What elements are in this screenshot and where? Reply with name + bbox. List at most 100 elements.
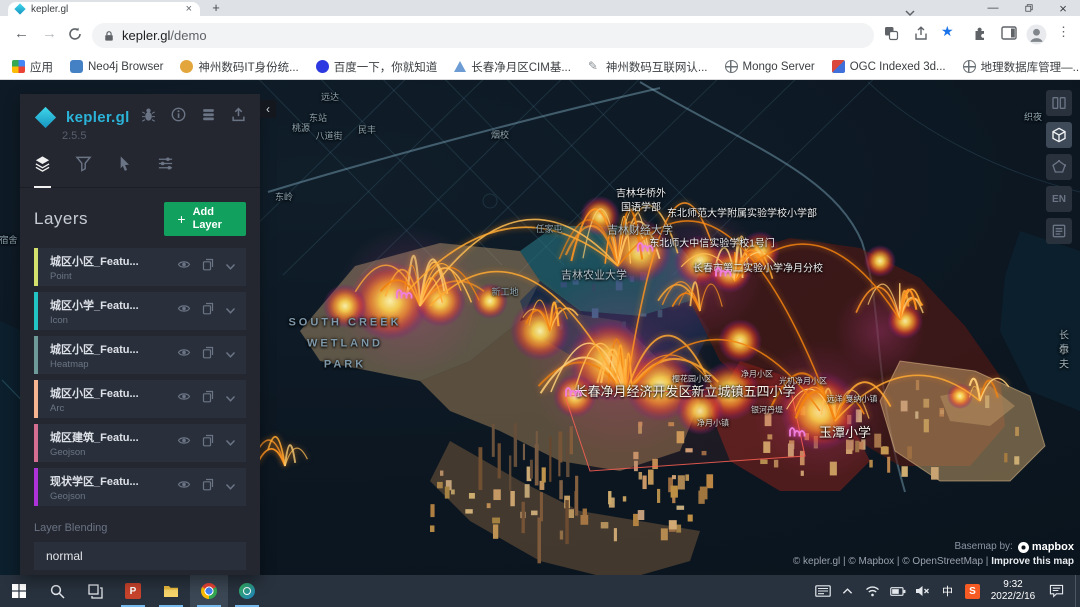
basemap-by-label: Basemap by:	[954, 540, 1012, 554]
plus-icon: +	[177, 211, 185, 228]
layer-name: 城区小区_Featu...	[50, 385, 139, 401]
new-tab-button[interactable]: +	[206, 1, 226, 15]
bug-report-icon[interactable]	[141, 107, 156, 127]
draw-polygon-button[interactable]	[1046, 154, 1072, 180]
copyright-links[interactable]: © kepler.gl | © Mapbox | © OpenStreetMap…	[793, 556, 989, 567]
bookmark-ogc[interactable]: OGC Indexed 3d...	[832, 60, 946, 73]
duplicate-layer-icon[interactable]	[202, 302, 214, 320]
toggle-3d-button[interactable]	[1046, 122, 1072, 148]
action-center-icon[interactable]	[1041, 575, 1071, 607]
panel-collapse-button[interactable]: ‹	[260, 100, 276, 118]
visibility-eye-icon[interactable]	[177, 434, 191, 452]
chevron-down-icon[interactable]	[225, 390, 236, 408]
close-button[interactable]: ×	[1046, 0, 1080, 16]
taskbar-gis-app[interactable]	[228, 575, 266, 607]
profile-avatar[interactable]	[1026, 24, 1047, 50]
chevron-down-icon[interactable]	[225, 346, 236, 364]
save-export-icon[interactable]	[231, 107, 246, 127]
layer-row[interactable]: 现状学区_Featu...Geojson	[34, 468, 246, 506]
start-button[interactable]	[0, 575, 38, 607]
bookmark-apps[interactable]: 应用	[12, 59, 53, 75]
share-icon[interactable]	[913, 26, 928, 46]
taskbar-powerpoint[interactable]: P	[114, 575, 152, 607]
bookmark-star-icon[interactable]: ★	[941, 23, 954, 40]
layer-row[interactable]: 城区小区_Featu...Heatmap	[34, 336, 246, 374]
layer-color-bar	[34, 248, 38, 286]
duplicate-layer-icon[interactable]	[202, 478, 214, 496]
chevron-down-icon[interactable]	[225, 434, 236, 452]
volume-muted-icon[interactable]	[910, 575, 935, 607]
tab-filters[interactable]	[75, 155, 92, 187]
duplicate-layer-icon[interactable]	[202, 390, 214, 408]
wifi-icon[interactable]	[860, 575, 885, 607]
duplicate-layer-icon[interactable]	[202, 434, 214, 452]
visibility-eye-icon[interactable]	[177, 346, 191, 364]
reload-icon[interactable]	[68, 27, 82, 45]
visibility-eye-icon[interactable]	[177, 302, 191, 320]
split-map-button[interactable]	[1046, 90, 1072, 116]
minimize-button[interactable]: —	[976, 0, 1010, 16]
taskbar-chrome[interactable]	[190, 575, 228, 607]
layer-blending-select[interactable]: normal	[34, 542, 246, 570]
duplicate-layer-icon[interactable]	[202, 346, 214, 364]
extensions-puzzle-icon[interactable]	[972, 26, 987, 46]
ime-indicator[interactable]: 中	[935, 575, 960, 607]
neo4j-icon	[70, 60, 83, 73]
chevron-down-icon[interactable]	[225, 302, 236, 320]
bookmark-label: 百度一下，你就知道	[334, 59, 438, 75]
side-panel-icon[interactable]	[1001, 26, 1017, 45]
bookmark-label: 应用	[30, 59, 53, 75]
chevron-down-icon[interactable]	[225, 258, 236, 276]
locale-button[interactable]: EN	[1046, 186, 1072, 212]
add-layer-button[interactable]: +Add Layer	[164, 202, 246, 236]
sogou-input-icon[interactable]: S	[960, 575, 985, 607]
info-icon[interactable]	[171, 107, 186, 127]
layer-type: Geojson	[50, 447, 139, 458]
taskbar-file-explorer[interactable]	[152, 575, 190, 607]
legend-button[interactable]	[1046, 218, 1072, 244]
bookmark-cim[interactable]: 长春净月区CIM基...	[454, 59, 571, 75]
translate-icon[interactable]	[884, 26, 899, 46]
tab-layers[interactable]	[34, 155, 51, 188]
layer-row[interactable]: 城区小区_Featu...Arc	[34, 380, 246, 418]
task-view-button[interactable]	[76, 575, 114, 607]
show-desktop-button[interactable]	[1075, 575, 1080, 607]
back-icon[interactable]: ←	[14, 25, 29, 42]
hidden-icons-chevron[interactable]	[835, 575, 860, 607]
layer-row[interactable]: 城区建筑_Featu...Geojson	[34, 424, 246, 462]
improve-map-link[interactable]: Improve this map	[991, 556, 1074, 567]
bookmark-mongo[interactable]: Mongo Server	[725, 60, 815, 73]
data-table-icon[interactable]	[201, 107, 216, 127]
layer-row[interactable]: 城区小区_Featu...Point	[34, 248, 246, 286]
tab-basemap-settings[interactable]	[157, 155, 174, 187]
bookmark-neo4j[interactable]: Neo4j Browser	[70, 60, 163, 73]
chrome-icon	[201, 583, 217, 599]
taskbar-clock[interactable]: 9:32 2022/2/16	[985, 579, 1041, 604]
touch-keyboard-icon[interactable]	[810, 575, 835, 607]
bookmark-internet-auth[interactable]: 神州数码互联网认...	[588, 59, 708, 75]
duplicate-layer-icon[interactable]	[202, 258, 214, 276]
visibility-eye-icon[interactable]	[177, 478, 191, 496]
tab-interactions[interactable]	[116, 155, 133, 187]
bookmark-identity[interactable]: 神州数码IT身份统...	[180, 59, 298, 75]
menu-dots-icon[interactable]: ⋮	[1057, 24, 1070, 40]
locale-label: EN	[1052, 194, 1066, 205]
bookmark-geodb[interactable]: 地理数据库管理—...	[963, 59, 1080, 75]
visibility-eye-icon[interactable]	[177, 390, 191, 408]
panel-title: Layers	[34, 209, 88, 229]
app-name[interactable]: kepler.gl	[66, 109, 130, 126]
visibility-eye-icon[interactable]	[177, 258, 191, 276]
mapbox-logo[interactable]: mapbox	[1018, 540, 1074, 555]
address-bar[interactable]: kepler.gl/demo	[92, 23, 874, 48]
bookmark-baidu[interactable]: 百度一下，你就知道	[316, 59, 438, 75]
bookmarks-bar: 应用 Neo4j Browser 神州数码IT身份统... 百度一下，你就知道 …	[0, 54, 1080, 80]
tab-close-icon[interactable]: ×	[186, 4, 192, 15]
restore-button[interactable]	[1012, 0, 1046, 16]
forward-icon[interactable]: →	[42, 25, 57, 42]
battery-icon[interactable]	[885, 575, 910, 607]
search-button[interactable]	[38, 575, 76, 607]
browser-tab[interactable]: kepler.gl ×	[8, 2, 200, 16]
chevron-down-icon[interactable]	[225, 478, 236, 496]
layer-color-bar	[34, 424, 38, 462]
layer-row[interactable]: 城区小学_Featu...Icon	[34, 292, 246, 330]
